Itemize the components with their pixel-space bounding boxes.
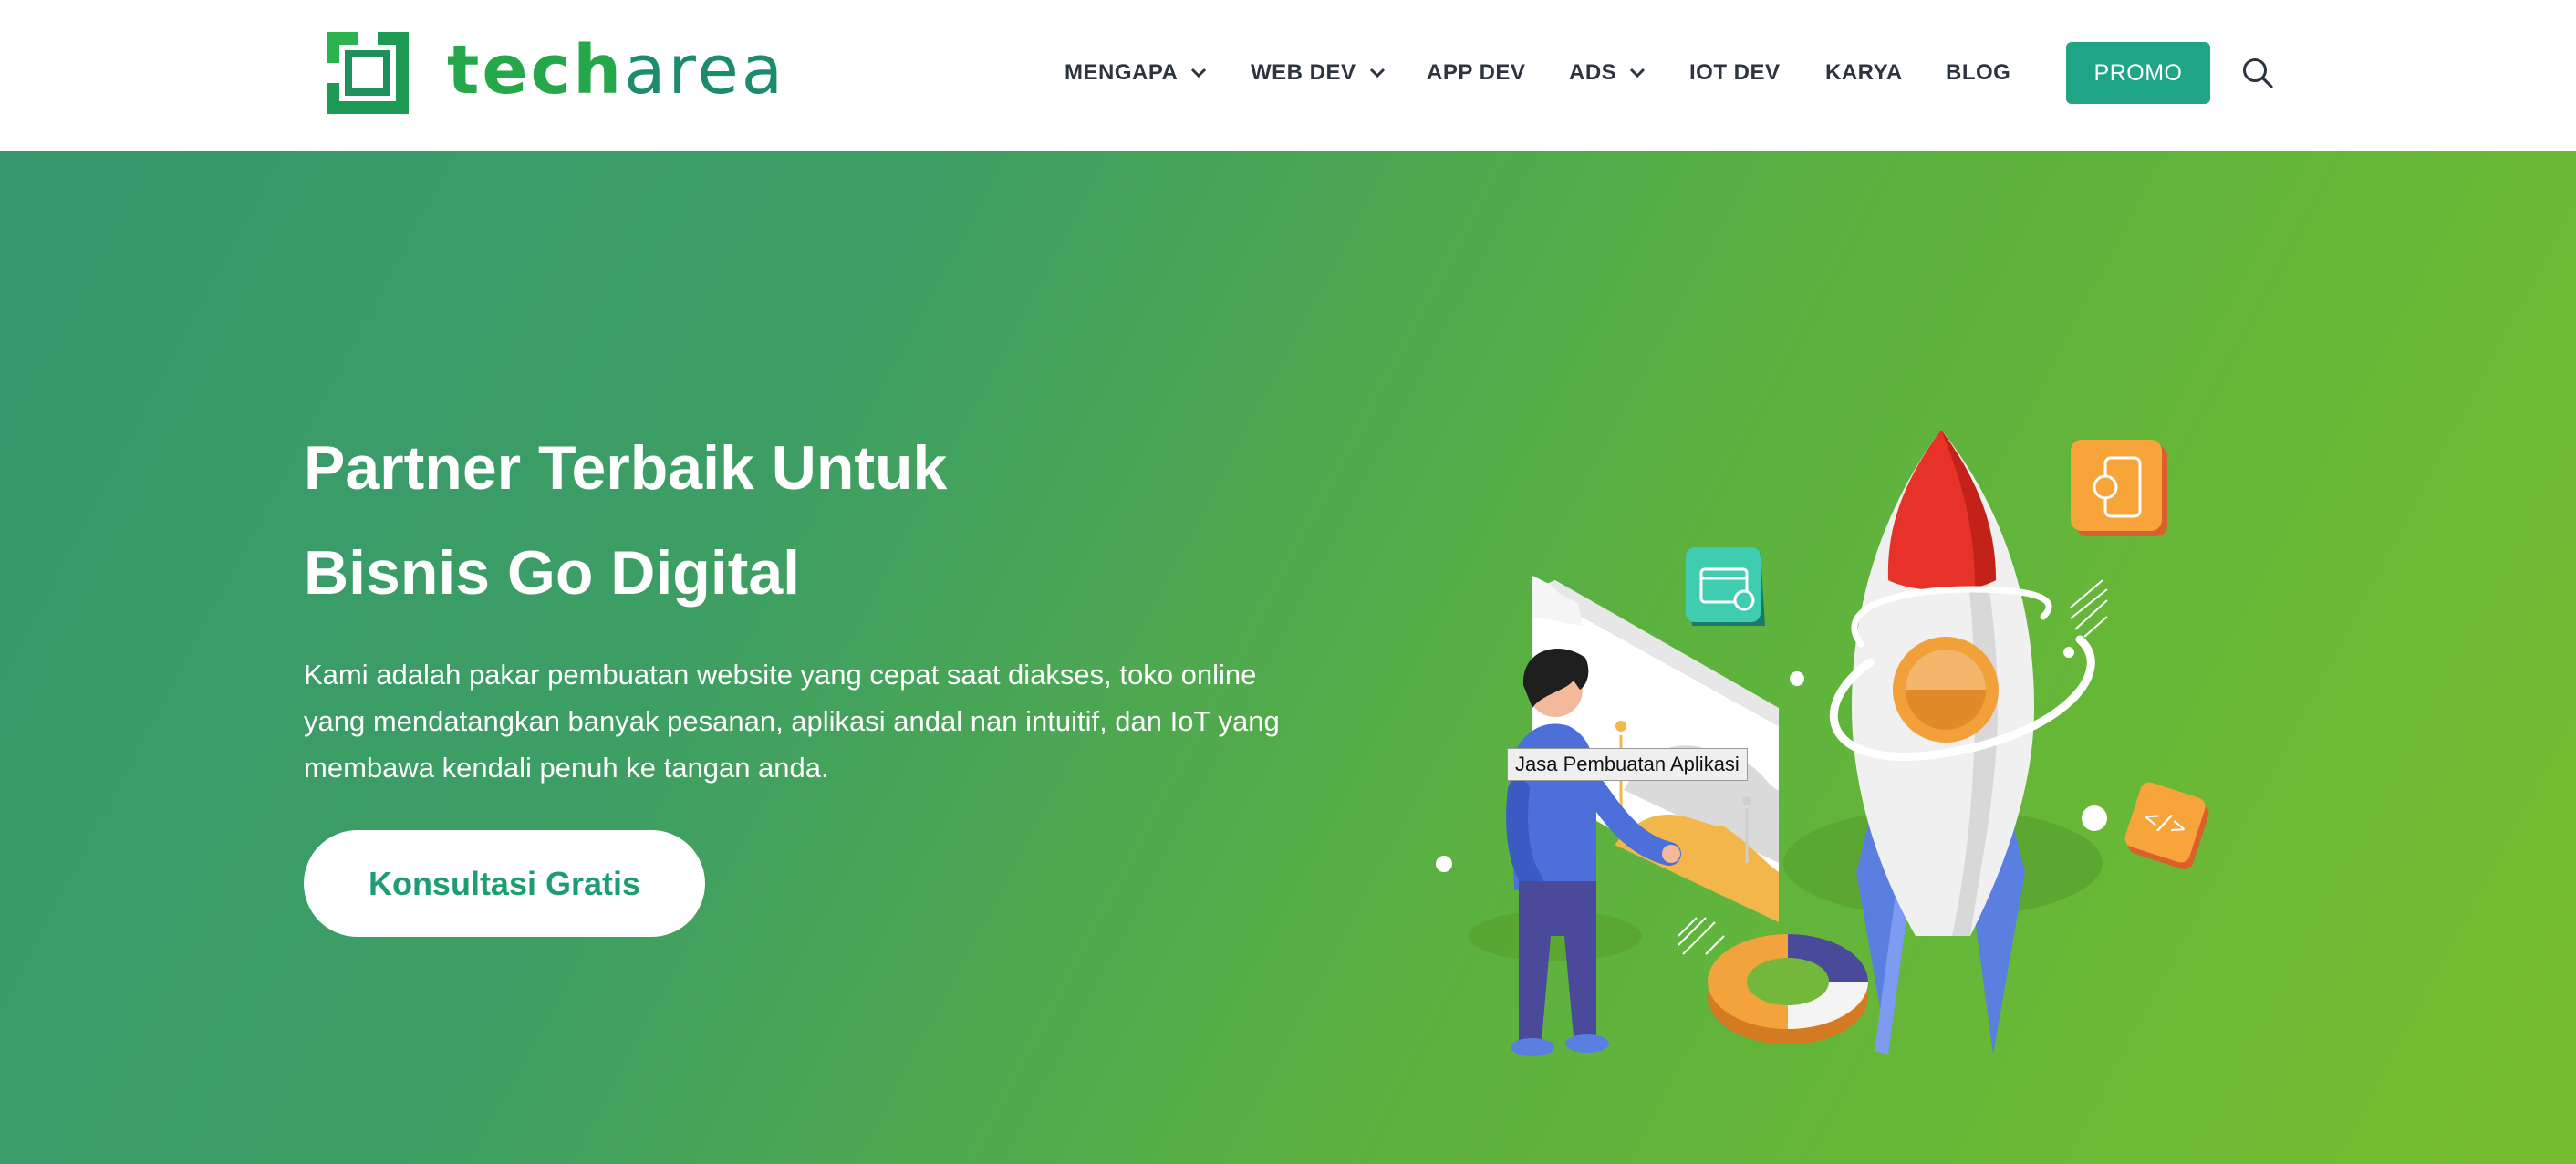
chevron-down-icon [1630, 68, 1646, 78]
hero-title-line: Bisnis Go Digital [304, 538, 801, 608]
hero-title: Partner Terbaik Untuk Bisnis Go Digital [304, 416, 1125, 626]
nav-item-blog[interactable]: BLOG [1946, 40, 2010, 106]
nav-item-label: IOT DEV [1689, 60, 1781, 85]
nav-item-mengapa[interactable]: MENGAPA [1065, 40, 1207, 106]
nav-item-label: MENGAPA [1065, 60, 1179, 85]
chevron-down-icon [1191, 68, 1207, 78]
nav-item-app-dev[interactable]: APP DEV [1427, 40, 1525, 106]
nav-item-label: WEB DEV [1251, 60, 1356, 85]
brand-logo[interactable]: techarea [327, 31, 785, 115]
image-tooltip: Jasa Pembuatan Aplikasi [1507, 748, 1748, 781]
hero-title-line: Partner Terbaik Untuk [304, 433, 948, 503]
hero-section: Partner Terbaik Untuk Bisnis Go Digital … [0, 151, 2576, 1164]
chevron-down-icon [1369, 68, 1385, 78]
search-icon[interactable] [2241, 57, 2274, 89]
nav-item-karya[interactable]: KARYA [1825, 40, 1903, 106]
promo-button[interactable]: PROMO [2066, 42, 2210, 104]
consultation-button[interactable]: Konsultasi Gratis [304, 830, 705, 937]
nav-item-label: APP DEV [1427, 60, 1526, 85]
hero-illustration: </> [1436, 430, 2209, 1056]
nav-item-label: KARYA [1825, 60, 1903, 85]
nav-item-iot-dev[interactable]: IOT DEV [1689, 40, 1781, 106]
nav-item-label: ADS [1569, 60, 1617, 85]
hero-description: Kami adalah pakar pembuatan website yang… [304, 659, 1280, 784]
nav-item-ads[interactable]: ADS [1569, 40, 1646, 106]
nav-item-label: BLOG [1946, 60, 2011, 85]
site-header: techarea MENGAPA WEB DEV APP DEV ADS IOT… [0, 0, 2576, 151]
logo-mark-icon [327, 32, 409, 114]
brand-name: techarea [447, 31, 786, 109]
nav-item-web-dev[interactable]: WEB DEV [1251, 40, 1386, 106]
